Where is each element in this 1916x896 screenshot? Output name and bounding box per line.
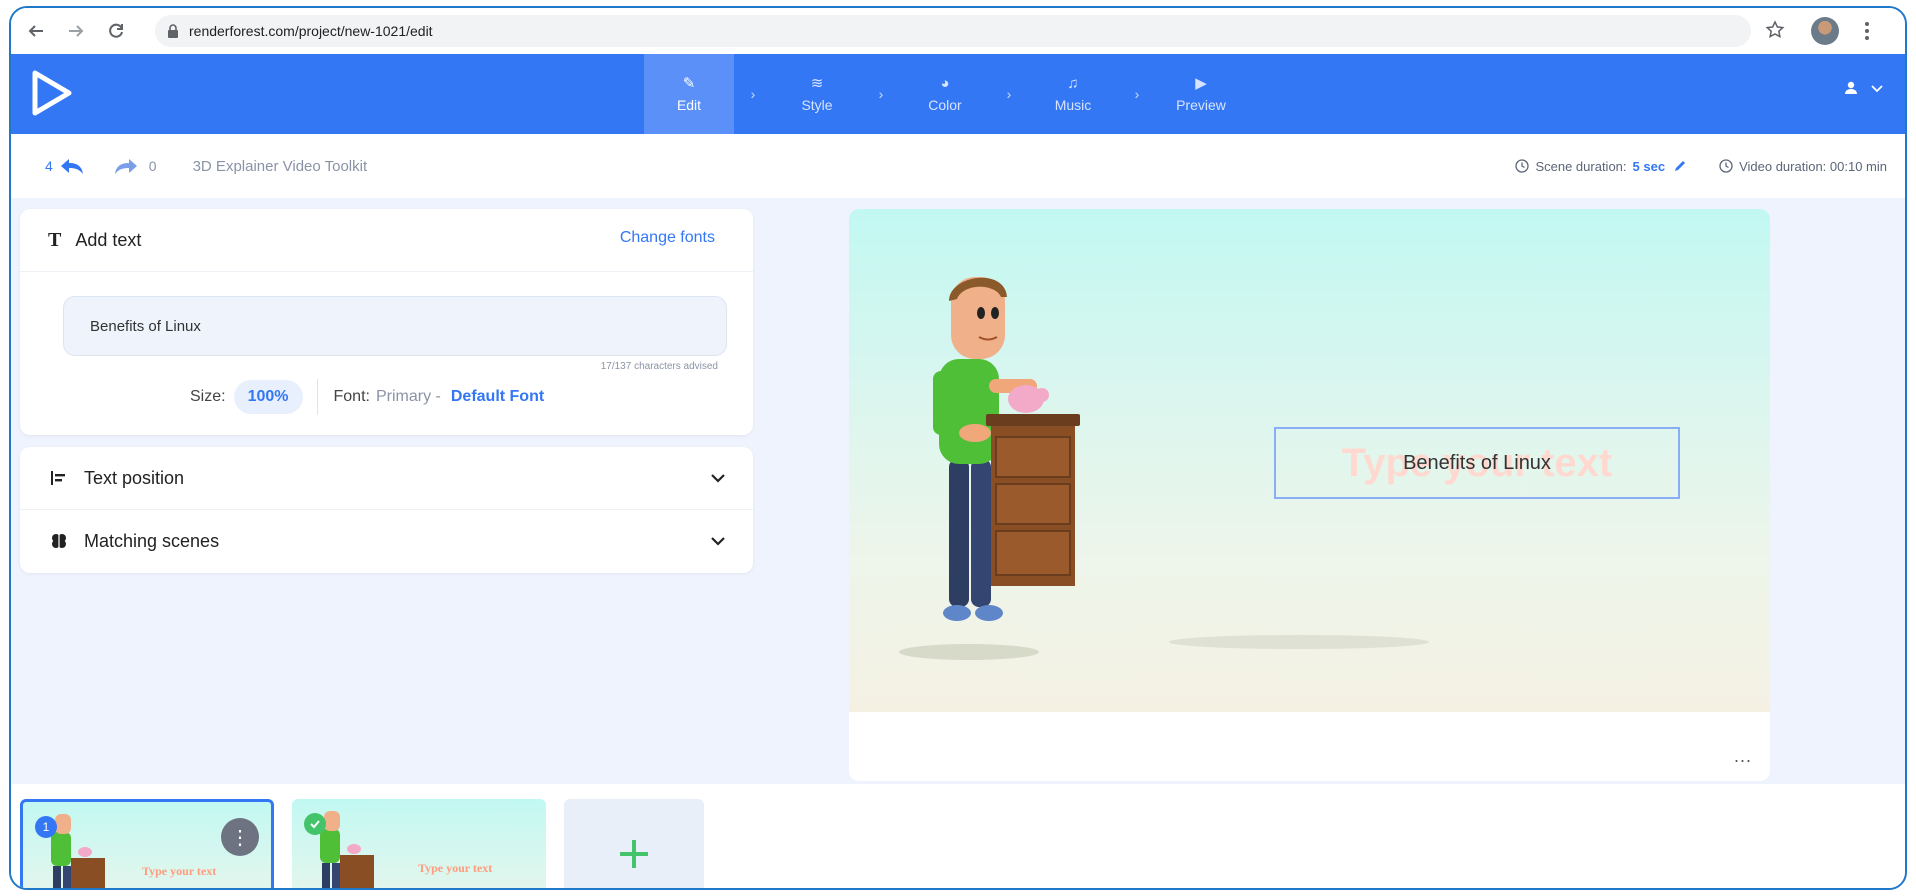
check-icon: [304, 813, 326, 835]
music-icon: ♫: [1067, 74, 1079, 92]
scene-preview: Type your text Benefits of Linux ...: [849, 209, 1770, 781]
chevron-right-icon: ›: [878, 86, 884, 102]
chevron-right-icon: ›: [1134, 86, 1140, 102]
options-panel: Text position Matching scenes: [20, 447, 753, 573]
step-label: Music: [1054, 96, 1092, 113]
text-placeholder-box[interactable]: Type your text Benefits of Linux: [1274, 427, 1680, 499]
chevron-down-icon: [711, 474, 725, 483]
clock-icon: [1719, 159, 1733, 173]
font-selector[interactable]: Default Font: [451, 388, 544, 406]
scene-duration-label: Scene duration:: [1535, 158, 1627, 174]
plus-icon: [620, 840, 648, 868]
editor-toolbar: 4 0 3D Explainer Video Toolkit Scene dur…: [11, 134, 1905, 198]
scene-duration-value[interactable]: 5 sec: [1633, 159, 1666, 174]
step-color[interactable]: ◕ Color: [900, 54, 990, 134]
add-text-title: Add text: [75, 229, 142, 250]
brain-icon: [52, 534, 66, 548]
video-duration: Video duration: 00:10 min: [1739, 158, 1887, 174]
arrow-left-icon: [28, 25, 43, 37]
step-edit[interactable]: ✎ Edit: [644, 54, 734, 134]
chevron-right-icon: ›: [750, 86, 756, 102]
scene-thumbnail-text: Type your text: [142, 864, 217, 878]
scene-thumbnail-2[interactable]: Type your text: [292, 799, 546, 888]
forward-button[interactable]: [63, 18, 89, 44]
durations: Scene duration: 5 sec Video duration: 00…: [1515, 134, 1887, 198]
change-fonts-link[interactable]: Change fonts: [620, 229, 715, 247]
size-selector[interactable]: 100%: [233, 380, 303, 414]
step-preview[interactable]: ▶ Preview: [1156, 54, 1246, 134]
step-label: Edit: [676, 96, 702, 113]
step-label: Style: [801, 96, 833, 113]
preview-text: Benefits of Linux: [1403, 451, 1551, 474]
text-position-accordion[interactable]: Text position: [20, 447, 753, 509]
text-icon: T: [48, 228, 62, 251]
redo-count: 0: [148, 158, 157, 174]
divider: [316, 379, 318, 415]
renderforest-logo-icon[interactable]: [31, 70, 73, 116]
play-icon: ▶: [1195, 74, 1207, 92]
palette-icon: ◕: [940, 74, 950, 92]
user-icon: [1845, 81, 1857, 94]
app-window: renderforest.com/project/new-1021/edit ✎…: [9, 6, 1907, 890]
bookmark-star-icon[interactable]: [1765, 20, 1785, 40]
chevron-right-icon: ›: [1006, 86, 1012, 102]
chevron-down-icon: [1871, 85, 1883, 93]
browser-bar: renderforest.com/project/new-1021/edit: [11, 8, 1905, 54]
scenes-strip: 1 ⋮ Type your text Type your text: [11, 784, 1905, 888]
font-type: Primary -: [375, 388, 441, 405]
scene-number-badge: 1: [35, 816, 57, 838]
lock-icon: [168, 24, 178, 38]
add-text-panel: T Add text Change fonts Benefits of Linu…: [20, 209, 753, 435]
url-text: renderforest.com/project/new-1021/edit: [189, 23, 433, 39]
clock-icon: [1515, 159, 1530, 173]
layers-icon: ≋: [810, 74, 824, 92]
redo-icon[interactable]: [113, 157, 139, 175]
step-style[interactable]: ≋ Style: [772, 54, 862, 134]
back-button[interactable]: [23, 18, 49, 44]
undo-count: 4: [45, 158, 53, 174]
address-bar[interactable]: renderforest.com/project/new-1021/edit: [155, 15, 1751, 47]
align-left-icon: [51, 471, 65, 485]
scene-options-button[interactable]: ⋮: [221, 818, 259, 856]
workflow-steps: ✎ Edit › ≋ Style › ◕ Color › ♫ Music › ▶…: [644, 54, 1246, 134]
step-music[interactable]: ♫ Music: [1028, 54, 1118, 134]
scene-thumbnail-1[interactable]: 1 ⋮ Type your text: [20, 799, 274, 888]
matching-scenes-accordion[interactable]: Matching scenes: [20, 509, 753, 572]
font-label: Font:: [333, 388, 370, 405]
pencil-icon[interactable]: [1673, 159, 1687, 173]
scene-thumbnail-text: Type your text: [418, 861, 493, 875]
reload-button[interactable]: [103, 18, 129, 44]
reload-icon: [109, 23, 123, 38]
user-menu[interactable]: [1843, 80, 1885, 96]
text-settings-row: Size: 100% Font: Primary - Default Font: [20, 377, 753, 417]
scene-text-input[interactable]: Benefits of Linux: [63, 296, 727, 356]
accordion-label: Text position: [84, 467, 185, 488]
add-scene-button[interactable]: [564, 799, 704, 888]
more-options-button[interactable]: ...: [1734, 746, 1752, 767]
character-hint: 17/137 characters advised: [600, 361, 718, 372]
browser-menu-icon[interactable]: [1857, 20, 1877, 42]
browser-profile-avatar[interactable]: [1811, 17, 1839, 45]
step-label: Color: [928, 96, 962, 113]
arrow-right-icon: [69, 25, 84, 37]
app-header: ✎ Edit › ≋ Style › ◕ Color › ♫ Music › ▶…: [11, 54, 1905, 134]
size-label: Size:: [190, 388, 226, 405]
accordion-label: Matching scenes: [84, 530, 220, 551]
project-title[interactable]: 3D Explainer Video Toolkit: [193, 158, 368, 175]
pencil-icon: ✎: [682, 74, 696, 92]
preview-stage: Type your text Benefits of Linux: [849, 209, 1770, 712]
undo-icon[interactable]: [59, 157, 85, 175]
step-label: Preview: [1176, 96, 1226, 113]
chevron-down-icon: [711, 537, 725, 546]
